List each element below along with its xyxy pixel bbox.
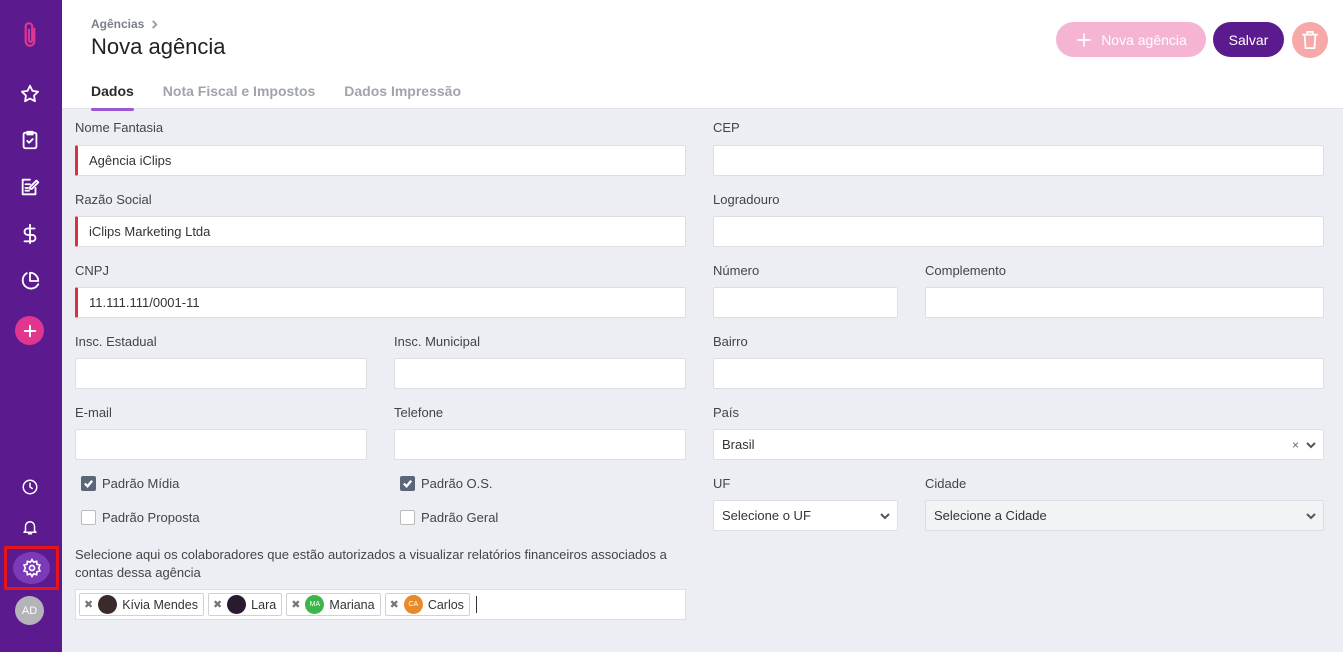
- chevron-down-icon: [1305, 510, 1317, 522]
- telefone-input[interactable]: [394, 429, 686, 460]
- avatar: MA: [305, 595, 325, 614]
- label-insc-municipal: Insc. Municipal: [394, 334, 480, 349]
- clear-selection-icon[interactable]: ×: [1292, 438, 1299, 452]
- label-bairro: Bairro: [713, 334, 748, 349]
- checkbox-unchecked-icon[interactable]: [400, 510, 415, 525]
- label-numero: Número: [713, 263, 760, 278]
- save-button[interactable]: Salvar: [1213, 22, 1284, 57]
- star-icon[interactable]: [17, 81, 43, 107]
- label-pais: País: [713, 405, 740, 420]
- nome-fantasia-input[interactable]: Agência iClips: [75, 145, 686, 176]
- email-input[interactable]: [75, 429, 367, 460]
- label-insc-estadual: Insc. Estadual: [75, 334, 157, 349]
- remove-tag-icon[interactable]: ✖: [213, 598, 222, 611]
- label-cep: CEP: [713, 120, 740, 135]
- razao-social-input[interactable]: iClips Marketing Ltda: [75, 216, 686, 247]
- cep-input[interactable]: [713, 145, 1324, 176]
- settings-icon[interactable]: [13, 552, 50, 584]
- chevron-down-icon: [1305, 439, 1317, 451]
- trash-icon: [1301, 31, 1319, 49]
- label-uf: UF: [713, 476, 731, 491]
- clock-icon[interactable]: [17, 474, 43, 500]
- colaborador-tag[interactable]: ✖ MA Mariana: [286, 593, 381, 616]
- chevron-right-icon: [152, 19, 158, 29]
- cidade-select[interactable]: Selecione a Cidade: [925, 500, 1324, 531]
- edit-note-icon[interactable]: [17, 174, 43, 200]
- label-logradouro: Logradouro: [713, 192, 780, 207]
- user-avatar[interactable]: AD: [15, 596, 44, 625]
- checkbox-unchecked-icon[interactable]: [81, 510, 96, 525]
- label-colaboradores: Selecione aqui os colaboradores que estã…: [75, 547, 667, 580]
- plus-icon: [1077, 32, 1092, 47]
- add-plus-icon[interactable]: [15, 316, 44, 345]
- clipboard-check-icon[interactable]: [17, 127, 43, 153]
- remove-tag-icon[interactable]: ✖: [390, 598, 399, 611]
- dollar-icon[interactable]: [17, 221, 43, 247]
- checkbox-checked-icon[interactable]: [81, 476, 96, 491]
- bell-icon[interactable]: [17, 514, 43, 540]
- remove-tag-icon[interactable]: ✖: [84, 598, 93, 611]
- label-complemento: Complemento: [925, 263, 1006, 278]
- uf-select[interactable]: Selecione o UF: [713, 500, 898, 531]
- breadcrumb[interactable]: Agências: [91, 17, 159, 31]
- delete-button[interactable]: [1292, 22, 1328, 58]
- avatar: [98, 595, 118, 614]
- label-nome-fantasia: Nome Fantasia: [75, 120, 164, 135]
- colaborador-tag[interactable]: ✖ Lara: [207, 593, 283, 616]
- remove-tag-icon[interactable]: ✖: [291, 598, 300, 611]
- colaborador-tag[interactable]: ✖ CA Carlos: [384, 593, 470, 616]
- avatar: CA: [403, 595, 423, 614]
- padrao-midia-checkbox[interactable]: Padrão Mídia: [81, 476, 179, 491]
- label-cidade: Cidade: [925, 476, 967, 491]
- label-telefone: Telefone: [394, 405, 444, 420]
- tab-dados[interactable]: Dados: [91, 83, 134, 111]
- label-cnpj: CNPJ: [75, 263, 109, 278]
- padrao-proposta-checkbox[interactable]: Padrão Proposta: [81, 510, 200, 525]
- clip-logo-icon[interactable]: [17, 22, 43, 48]
- chevron-down-icon: [879, 510, 891, 522]
- tab-nota-fiscal[interactable]: Nota Fiscal e Impostos: [163, 83, 315, 109]
- new-agency-button[interactable]: Nova agência: [1056, 22, 1206, 57]
- tab-bar: Dados Nota Fiscal e Impostos Dados Impre…: [91, 83, 490, 111]
- insc-municipal-input[interactable]: [394, 358, 686, 389]
- cnpj-input[interactable]: 11.111.111/0001-11: [75, 287, 686, 318]
- text-cursor: [475, 596, 477, 613]
- complemento-input[interactable]: [925, 287, 1324, 318]
- numero-input[interactable]: [713, 287, 898, 318]
- padrao-geral-checkbox[interactable]: Padrão Geral: [400, 510, 498, 525]
- label-razao-social: Razão Social: [75, 192, 152, 207]
- bairro-input[interactable]: [713, 358, 1324, 389]
- colaboradores-multiselect[interactable]: ✖ Kívia Mendes ✖ Lara ✖ MA Mariana ✖ CA …: [75, 589, 686, 620]
- breadcrumb-item[interactable]: Agências: [91, 17, 144, 31]
- colaborador-tag[interactable]: ✖ Kívia Mendes: [79, 593, 204, 616]
- tab-dados-impressao[interactable]: Dados Impressão: [344, 83, 461, 109]
- pais-select[interactable]: Brasil ×: [713, 429, 1324, 460]
- label-email: E-mail: [75, 405, 112, 420]
- insc-estadual-input[interactable]: [75, 358, 367, 389]
- settings-highlight: [4, 546, 59, 590]
- checkbox-checked-icon[interactable]: [400, 476, 415, 491]
- avatar: [227, 595, 247, 614]
- sidebar: AD: [0, 0, 62, 652]
- pie-chart-icon[interactable]: [17, 268, 43, 294]
- page-title: Nova agência: [91, 34, 226, 59]
- page-header: Agências Nova agência Dados Nota Fiscal …: [62, 0, 1343, 111]
- padrao-os-checkbox[interactable]: Padrão O.S.: [400, 476, 493, 491]
- logradouro-input[interactable]: [713, 216, 1324, 247]
